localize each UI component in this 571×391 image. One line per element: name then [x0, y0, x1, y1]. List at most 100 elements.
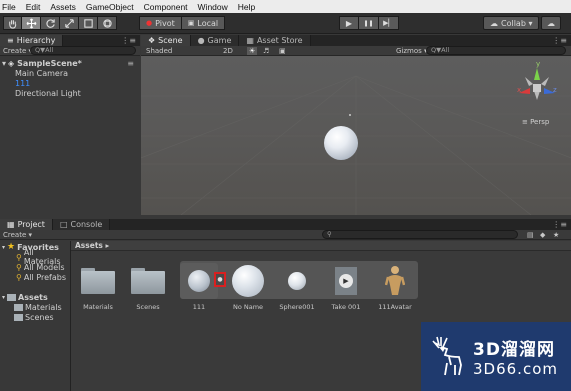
material-sphere-thumbnail — [232, 265, 264, 297]
tab-scene[interactable]: ❖ Scene — [141, 35, 191, 46]
search-icon: ⚲ — [16, 272, 22, 282]
transform-tools — [3, 16, 117, 30]
tab-project[interactable]: ▦ Project — [0, 219, 53, 230]
collab-label: Collab ▾ — [501, 18, 533, 28]
project-tab-label: Project — [17, 220, 45, 229]
transform-tool-button[interactable] — [98, 16, 117, 30]
panel-menu-icon[interactable]: ⋮≡ — [552, 220, 567, 229]
hierarchy-search-input[interactable]: Q▼All — [30, 46, 136, 55]
scene-row[interactable]: ▾ ◈ SampleScene* ≡ — [0, 58, 139, 68]
scale-tool-button[interactable] — [60, 16, 79, 30]
folder-label: Scenes — [25, 312, 54, 322]
scene-menu-icon[interactable]: ≡ — [127, 59, 134, 68]
pivot-toggle[interactable]: ● Pivot — [139, 16, 182, 30]
project-toolbar: Create ▾ ⚲ ▤ ◆ ★ — [0, 230, 571, 240]
expand-model-button[interactable]: ● — [214, 272, 226, 287]
cloud-icon: ☁ — [547, 18, 555, 28]
step-button[interactable]: ▶▏ — [379, 16, 399, 30]
play-button[interactable]: ▶ — [339, 16, 359, 30]
breadcrumb-assets[interactable]: Assets ▸ — [75, 241, 109, 250]
menu-assets[interactable]: Assets — [45, 2, 81, 12]
tab-console[interactable]: □ Console — [52, 219, 111, 230]
hand-tool-button[interactable] — [3, 16, 22, 30]
asset-111-avatar[interactable]: 111Avatar — [376, 263, 414, 311]
rect-tool-button[interactable] — [79, 16, 98, 30]
folder-icon — [81, 268, 115, 294]
hierarchy-create-button[interactable]: Create ▾ — [0, 47, 32, 55]
asset-label: 111Avatar — [378, 303, 412, 311]
mode-2d-toggle[interactable]: 2D — [223, 47, 233, 55]
cloud-button[interactable]: ☁ — [541, 16, 561, 30]
sphere-object[interactable] — [324, 126, 358, 160]
playback-controls: ▶ ❚❚ ▶▏ — [339, 16, 399, 30]
hierarchy-item-main-camera[interactable]: Main Camera — [0, 68, 139, 78]
menu-file[interactable]: File — [0, 2, 21, 12]
panel-menu-icon[interactable]: ⋮≡ — [121, 36, 136, 45]
favorite-star-icon[interactable]: ★ — [553, 231, 559, 239]
asset-label: Take 001 — [331, 303, 361, 311]
menu-window[interactable]: Window — [193, 2, 233, 12]
scene-search-prefix: Q▼All — [431, 46, 450, 54]
asset-label: Sphere001 — [279, 303, 315, 311]
step-icon: ▶▏ — [383, 19, 394, 27]
watermark-line2: 3D66.com — [473, 360, 558, 378]
menu-component[interactable]: Component — [139, 2, 193, 12]
project-search-input[interactable]: ⚲ — [322, 230, 518, 239]
hierarchy-item-label: 111 — [15, 78, 31, 88]
asset-label: Materials — [83, 303, 113, 311]
rect-icon — [83, 18, 93, 28]
local-toggle[interactable]: ▣ Local — [181, 16, 226, 30]
asset-sphere001[interactable]: Sphere001 — [278, 263, 316, 311]
favorite-all-models[interactable]: ⚲ All Models — [16, 262, 65, 272]
avatar-figure-icon — [385, 266, 405, 295]
effects-toggle-icon[interactable]: ▣ — [279, 47, 286, 55]
favorite-all-materials[interactable]: ⚲ All Materials — [16, 248, 70, 266]
audio-toggle-icon[interactable]: ♬ — [263, 47, 269, 55]
search-icon: ⚲ — [16, 252, 22, 262]
scene-search-input[interactable]: Q▼All — [426, 46, 566, 55]
asset-scenes-folder[interactable]: Scenes — [129, 263, 167, 311]
move-tool-button[interactable] — [22, 16, 41, 30]
scene-viewport[interactable]: y x z ≡ Persp — [141, 56, 571, 215]
project-create-button[interactable]: Create ▾ — [0, 231, 32, 239]
tab-hierarchy[interactable]: ≡ Hierarchy — [0, 35, 64, 46]
asset-take-001[interactable]: ▶ Take 001 — [327, 263, 365, 311]
hierarchy-item-directional-light[interactable]: Directional Light — [0, 88, 139, 98]
menu-edit[interactable]: Edit — [21, 2, 46, 12]
gizmos-dropdown[interactable]: Gizmos ▾ — [396, 47, 428, 55]
game-controller-icon: ● — [197, 36, 205, 45]
asset-store-tab-label: Asset Store — [256, 36, 303, 45]
assets-root-label: Assets — [18, 292, 48, 302]
transform-icon — [102, 18, 112, 28]
move-icon — [26, 18, 36, 28]
perspective-label[interactable]: ≡ Persp — [522, 118, 549, 126]
filter-label-icon[interactable]: ◆ — [540, 231, 545, 239]
scene-toolbar: Shaded 2D ☀ ♬ ▣ Gizmos ▾ Q▼All — [141, 46, 571, 56]
assets-folder-scenes[interactable]: Scenes — [14, 312, 54, 322]
rotate-tool-button[interactable] — [41, 16, 60, 30]
assets-root-row[interactable]: ▾ Assets — [2, 292, 48, 302]
tab-game[interactable]: ● Game — [190, 35, 240, 46]
collab-button[interactable]: ☁ Collab ▾ — [483, 16, 540, 30]
asset-111-model[interactable]: 111 — [180, 263, 218, 311]
asset-materials-folder[interactable]: Materials — [79, 263, 117, 311]
asset-label: 111 — [192, 303, 206, 311]
assets-folder-materials[interactable]: Materials — [14, 302, 62, 312]
favorite-all-prefabs[interactable]: ⚲ All Prefabs — [16, 272, 66, 282]
filter-type-icon[interactable]: ▤ — [527, 231, 534, 239]
menu-gameobject[interactable]: GameObject — [81, 2, 139, 12]
tab-asset-store[interactable]: ▦ Asset Store — [239, 35, 311, 46]
hierarchy-search-prefix: Q▼All — [35, 46, 54, 54]
hierarchy-item-111[interactable]: 111 — [0, 78, 139, 88]
star-icon: ★ — [7, 242, 16, 252]
folder-icon — [14, 303, 23, 311]
folder-tab-icon: ▦ — [7, 220, 15, 229]
pivot-group: ● Pivot ▣ Local — [139, 16, 226, 30]
pause-button[interactable]: ❚❚ — [359, 16, 379, 30]
asset-no-name[interactable]: No Name — [229, 263, 267, 311]
breadcrumb: Assets ▸ — [71, 241, 571, 251]
panel-menu-icon[interactable]: ⋮≡ — [552, 36, 567, 45]
menu-help[interactable]: Help — [233, 2, 260, 12]
shading-mode-dropdown[interactable]: Shaded — [141, 47, 172, 55]
lighting-toggle-icon[interactable]: ☀ — [247, 46, 258, 55]
